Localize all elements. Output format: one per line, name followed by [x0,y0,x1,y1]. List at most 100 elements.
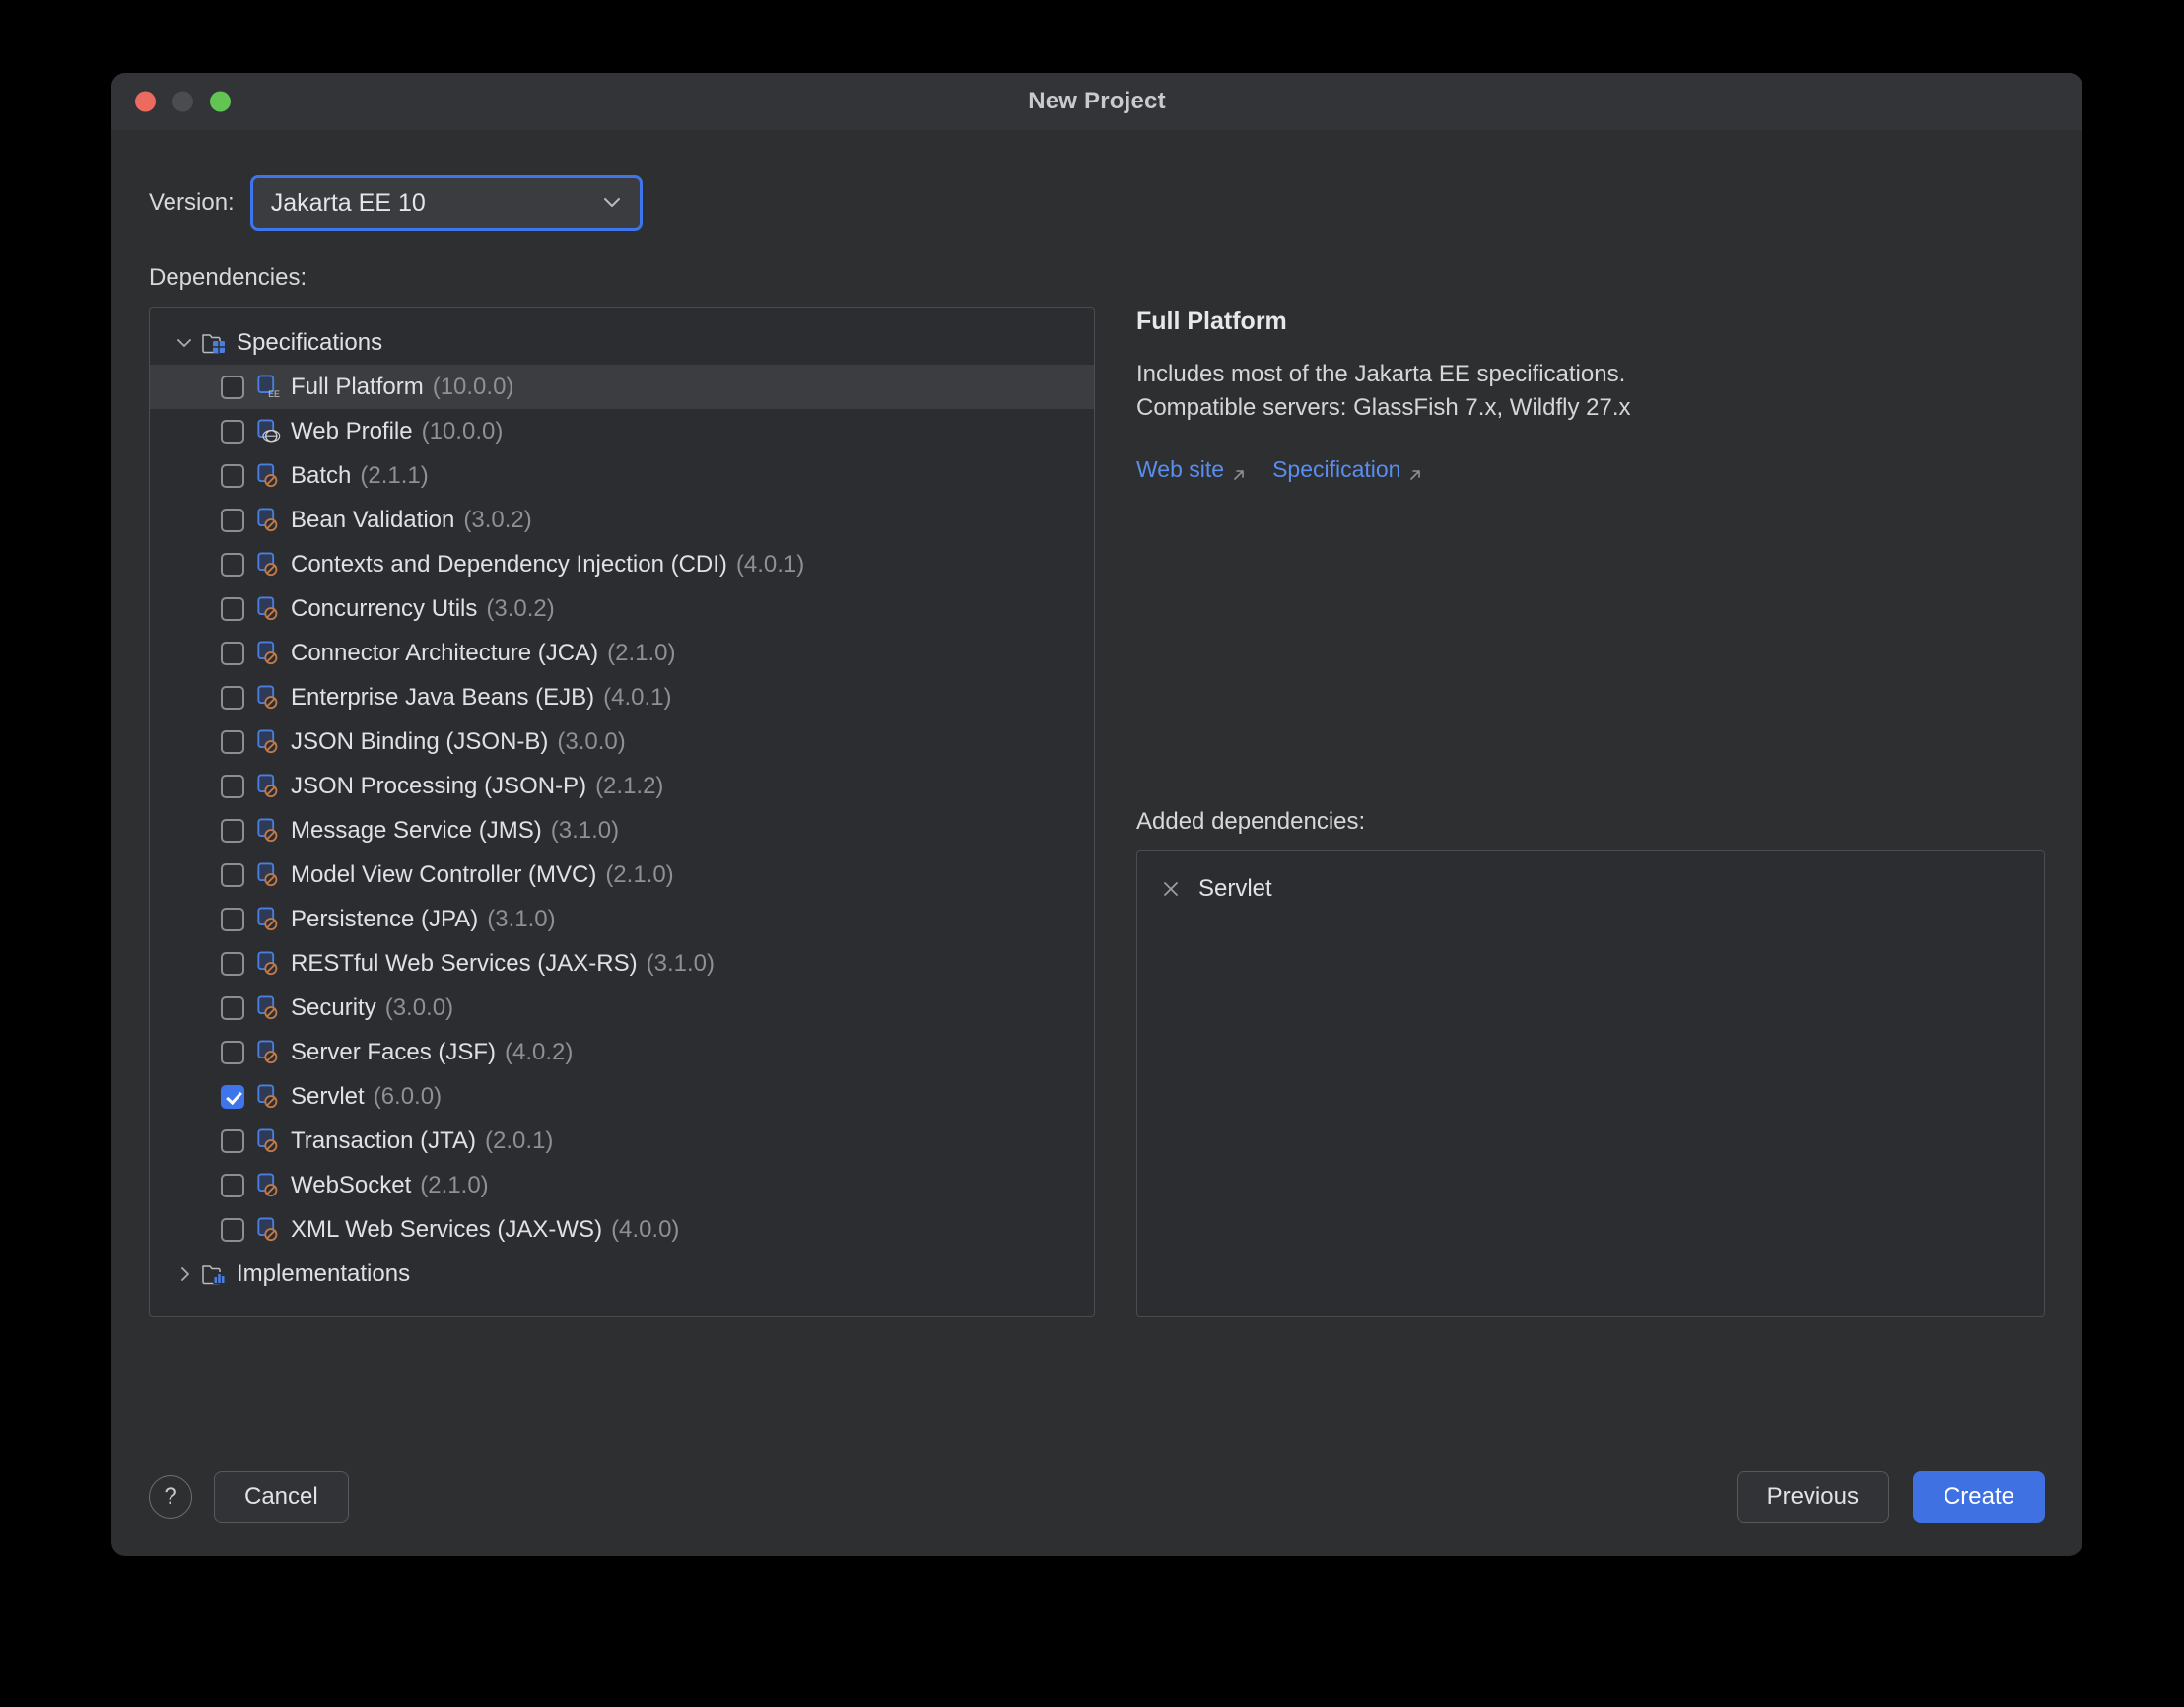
chevron-right-icon[interactable] [171,1262,197,1287]
chevron-down-icon[interactable] [171,330,197,356]
tree-item[interactable]: Message Service (JMS)(3.1.0) [150,808,1094,853]
spec-blocked-icon [256,1217,282,1243]
spec-web-icon [256,419,282,444]
window-title: New Project [1028,88,1166,115]
dependency-checkbox[interactable] [221,376,244,399]
previous-button[interactable]: Previous [1737,1471,1889,1523]
spec-blocked-icon [256,508,282,533]
dialog-footer: ? Cancel Previous Create [149,1471,2045,1523]
spec-blocked-icon [256,1128,282,1154]
tree-item[interactable]: Concurrency Utils(3.0.2) [150,586,1094,631]
tree-item[interactable]: WebSocket(2.1.0) [150,1163,1094,1207]
spec-blocked-icon [256,862,282,888]
cancel-button[interactable]: Cancel [214,1471,349,1523]
tree-item-name: Security [291,994,376,1022]
specification-link-label: Specification [1272,456,1400,483]
tree-item[interactable]: Servlet(6.0.0) [150,1074,1094,1119]
dependency-checkbox[interactable] [221,509,244,532]
tree-item-name: Model View Controller (MVC) [291,861,596,889]
tree-item[interactable]: Enterprise Java Beans (EJB)(4.0.1) [150,675,1094,719]
tree-item-name: Contexts and Dependency Injection (CDI) [291,551,727,579]
tree-item-name: Web Profile [291,418,413,445]
dependency-checkbox[interactable] [221,597,244,621]
tree-item-version: (10.0.0) [422,418,504,445]
spec-blocked-icon [256,729,282,755]
version-select[interactable]: Jakarta EE 10 [250,175,643,231]
dependency-checkbox[interactable] [221,1218,244,1242]
tree-item[interactable]: Model View Controller (MVC) (2.1.0) [150,853,1094,897]
dependency-checkbox[interactable] [221,464,244,488]
external-link-icon [1231,462,1247,478]
specification-link[interactable]: Specification [1272,456,1423,483]
tree-item[interactable]: JSON Processing (JSON-P)(2.1.2) [150,764,1094,808]
dependency-checkbox[interactable] [221,1085,244,1109]
tree-item[interactable]: XML Web Services (JAX-WS)(4.0.0) [150,1207,1094,1252]
tree-item[interactable]: Security (3.0.0) [150,986,1094,1030]
tree-item-name: Connector Architecture (JCA) [291,640,598,667]
footer-right-group: Previous Create [1737,1471,2045,1523]
spec-blocked-icon [256,1173,282,1198]
tree-item[interactable]: Server Faces (JSF)(4.0.2) [150,1030,1094,1074]
tree-item-version: (6.0.0) [374,1083,442,1111]
tree-item-name: Concurrency Utils [291,595,477,623]
spec-blocked-icon [256,596,282,622]
detail-title: Full Platform [1136,307,2045,336]
dependencies-tree[interactable]: SpecificationsEEFull Platform(10.0.0)Web… [149,307,1095,1317]
dependency-checkbox[interactable] [221,952,244,976]
zoom-window-icon[interactable] [210,92,231,112]
create-button[interactable]: Create [1913,1471,2045,1523]
dependency-checkbox[interactable] [221,996,244,1020]
tree-item[interactable]: Contexts and Dependency Injection (CDI) (… [150,542,1094,586]
tree-group-specifications[interactable]: Specifications [150,320,1094,365]
tree-item-version: (3.1.0) [487,906,555,933]
dependency-checkbox[interactable] [221,553,244,577]
dependency-checkbox[interactable] [221,775,244,798]
dependency-checkbox[interactable] [221,819,244,843]
dependency-checkbox[interactable] [221,908,244,931]
tree-item[interactable]: JSON Binding (JSON-B)(3.0.0) [150,719,1094,764]
dependency-checkbox[interactable] [221,686,244,710]
tree-item[interactable]: Transaction (JTA)(2.0.1) [150,1119,1094,1163]
dependency-checkbox[interactable] [221,1174,244,1197]
tree-group-label: Implementations [237,1261,410,1288]
close-window-icon[interactable] [135,92,156,112]
dependency-checkbox[interactable] [221,863,244,887]
tree-item[interactable]: Batch(2.1.1) [150,453,1094,498]
added-dependencies-panel[interactable]: Servlet [1136,850,2045,1317]
tree-item[interactable]: Persistence (JPA)(3.1.0) [150,897,1094,941]
tree-item-name: XML Web Services (JAX-WS) [291,1216,602,1244]
tree-item-name: Message Service (JMS) [291,817,542,845]
dependency-checkbox[interactable] [221,730,244,754]
tree-item[interactable]: Bean Validation(3.0.2) [150,498,1094,542]
tree-item-version: (2.1.0) [605,861,673,889]
tree-item-version: (4.0.1) [736,551,804,579]
tree-item-version: (10.0.0) [433,374,514,401]
remove-dependency-icon[interactable] [1161,879,1181,899]
dependency-checkbox[interactable] [221,642,244,665]
tree-item-name: Transaction (JTA) [291,1127,476,1155]
title-bar: New Project [111,73,2082,130]
tree-item[interactable]: RESTful Web Services (JAX-RS)(3.1.0) [150,941,1094,986]
web-site-link[interactable]: Web site [1136,456,1247,483]
minimize-window-icon[interactable] [172,92,193,112]
dependency-checkbox[interactable] [221,1041,244,1064]
tree-item[interactable]: Connector Architecture (JCA)(2.1.0) [150,631,1094,675]
tree-item-version: (3.0.0) [385,994,453,1022]
tree-item-name: Server Faces (JSF) [291,1039,496,1066]
help-button[interactable]: ? [149,1475,192,1519]
tree-item[interactable]: EE Full Platform (10.0.0) [150,365,1094,409]
tree-group-implementations[interactable]: Implementations [150,1252,1094,1296]
tree-item-name: JSON Binding (JSON-B) [291,728,548,756]
spec-blocked-icon [256,951,282,977]
tree-item-version: (3.1.0) [647,950,715,978]
version-row: Version: Jakarta EE 10 [149,175,2045,231]
dependencies-label: Dependencies: [149,264,2045,292]
dependency-checkbox[interactable] [221,420,244,444]
tree-group-label: Specifications [237,329,382,357]
svg-text:EE: EE [268,389,280,399]
tree-item[interactable]: Web Profile (10.0.0) [150,409,1094,453]
content-columns: SpecificationsEEFull Platform(10.0.0)Web… [149,307,2045,1317]
dependency-checkbox[interactable] [221,1129,244,1153]
added-dependency-row[interactable]: Servlet [1137,868,2044,910]
tree-item-name: Full Platform [291,374,424,401]
